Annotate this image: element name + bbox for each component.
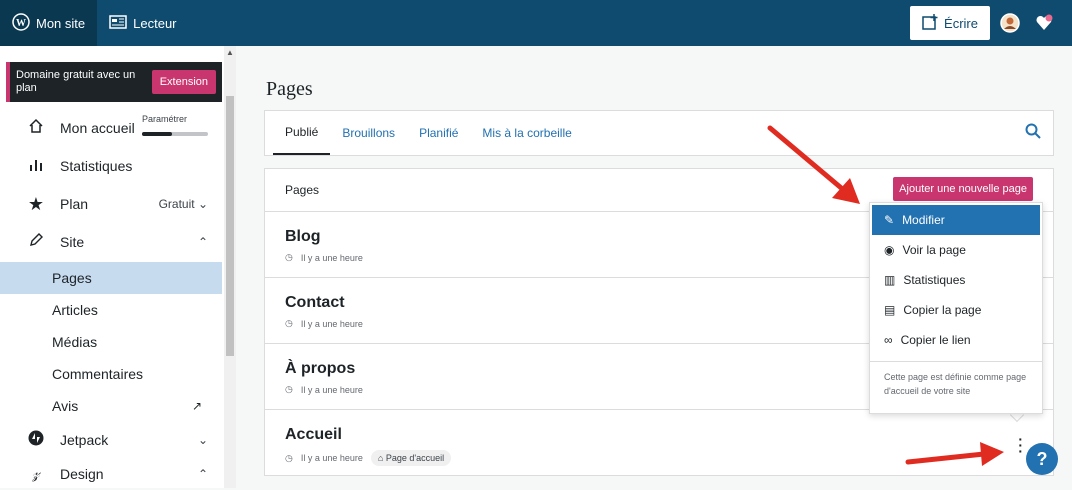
design-icon: 𝓏 xyxy=(32,465,40,482)
add-new-page-button[interactable]: Ajouter une nouvelle page xyxy=(893,177,1033,201)
page-meta: ◷ Il y a une heure ⌂ Page d'accueil xyxy=(285,450,452,466)
setup-progress-fill xyxy=(142,132,172,136)
page-meta: ◷ Il y a une heure xyxy=(285,318,363,329)
sidebar-item-design[interactable]: 𝓏 Design ⌃ xyxy=(0,458,222,490)
notifications-icon[interactable] xyxy=(1030,9,1058,37)
sidebar-item-media[interactable]: Médias xyxy=(0,326,222,358)
page-title-link[interactable]: Accueil xyxy=(285,426,342,444)
sidebar-item-label: Plan xyxy=(60,196,89,212)
list-header-label: Pages xyxy=(285,183,320,197)
page-time: Il y a une heure xyxy=(300,252,363,263)
page-title-link[interactable]: Blog xyxy=(285,228,321,246)
homepage-badge: ⌂ Page d'accueil xyxy=(370,450,452,466)
home-icon: ⌂ xyxy=(377,453,384,463)
page-meta: ◷ Il y a une heure xyxy=(285,384,363,395)
page-time: Il y a une heure xyxy=(300,318,363,329)
stats-icon: ▥ xyxy=(884,273,896,287)
sidebar-item-label: Design xyxy=(60,466,104,482)
tab-trash[interactable]: Mis à la corbeille xyxy=(470,111,583,155)
home-icon xyxy=(24,118,48,139)
menu-item-label: Copier le lien xyxy=(900,333,971,347)
search-icon[interactable] xyxy=(1025,123,1041,144)
write-label: Écrire xyxy=(944,15,978,31)
status-tabs: Publié Brouillons Planifié Mis à la corb… xyxy=(264,110,1054,156)
clipboard-icon: ▤ xyxy=(884,303,896,317)
tab-scheduled[interactable]: Planifié xyxy=(407,111,470,155)
page-title-link[interactable]: À propos xyxy=(285,360,355,378)
more-actions-icon[interactable]: · · · xyxy=(1018,432,1023,458)
sidebar-item-site[interactable]: Site ⌃ xyxy=(0,226,222,258)
svg-text:W: W xyxy=(16,18,26,29)
stats-icon xyxy=(24,156,48,177)
page-title-link[interactable]: Contact xyxy=(285,294,345,312)
menu-item-edit[interactable]: ✎ Modifier xyxy=(872,205,1040,235)
my-site-button[interactable]: W Mon site xyxy=(0,0,98,46)
reader-button[interactable]: Lecteur xyxy=(97,0,188,46)
help-button[interactable]: ? xyxy=(1026,443,1058,475)
setup-progress-bar xyxy=(142,132,208,136)
chevron-down-icon: ⌄ xyxy=(197,433,208,447)
sidebar-item-label: Mon accueil xyxy=(60,120,135,136)
menu-item-stats[interactable]: ▥ Statistiques xyxy=(870,265,1042,295)
menu-item-label: Copier la page xyxy=(903,303,982,317)
avatar[interactable] xyxy=(996,9,1024,37)
scroll-up-icon[interactable]: ▲ xyxy=(226,48,234,57)
sidebar-item-label: Jetpack xyxy=(60,432,109,448)
chevron-up-icon: ⌃ xyxy=(197,235,208,249)
promo-text: Domaine gratuit avec un plan xyxy=(16,69,136,94)
clock-icon: ◷ xyxy=(285,384,293,394)
tab-published[interactable]: Publié xyxy=(273,111,331,155)
sidebar-item-comments[interactable]: Commentaires xyxy=(0,358,222,390)
promo-banner: Domaine gratuit avec un plan Extension xyxy=(6,62,222,102)
menu-item-label: Statistiques xyxy=(903,273,966,287)
jetpack-icon xyxy=(24,430,48,451)
page-time: Il y a une heure xyxy=(300,384,363,395)
sidebar-item-label: Site xyxy=(60,234,85,250)
sidebar-item-pages[interactable]: Pages xyxy=(0,262,222,294)
pencil-icon xyxy=(24,232,48,253)
tab-drafts[interactable]: Brouillons xyxy=(330,111,407,155)
write-icon xyxy=(922,13,938,33)
page-title: Pages xyxy=(266,78,313,100)
clock-icon: ◷ xyxy=(285,452,293,463)
setup-label: Paramétrer xyxy=(142,114,188,124)
write-button[interactable]: Écrire xyxy=(910,6,990,40)
menu-item-label: Modifier xyxy=(902,213,945,227)
plan-value: Gratuit ⌄ xyxy=(158,197,208,211)
masterbar: W Mon site Lecteur Écrire xyxy=(0,0,1072,46)
link-icon: ∞ xyxy=(884,333,893,347)
menu-item-copy-page[interactable]: ▤ Copier la page xyxy=(870,295,1042,325)
sidebar-item-plan[interactable]: ★ Plan Gratuit ⌄ xyxy=(0,188,222,220)
sidebar-item-articles[interactable]: Articles xyxy=(0,294,222,326)
eye-icon: ◉ xyxy=(884,243,895,257)
reader-icon xyxy=(109,14,127,32)
clock-icon: ◷ xyxy=(285,252,293,262)
chevron-down-icon: ⌄ xyxy=(197,197,208,211)
sidebar-item-label: Avis xyxy=(52,398,79,414)
reader-label: Lecteur xyxy=(133,15,177,31)
page-time: Il y a une heure xyxy=(300,453,363,463)
sidebar-item-home[interactable]: Mon accueil Paramétrer xyxy=(0,112,222,144)
scrollbar-thumb[interactable] xyxy=(226,96,234,356)
sidebar-item-stats[interactable]: Statistiques xyxy=(0,150,222,182)
arrow-annotation-icon xyxy=(905,442,1004,466)
star-icon: ★ xyxy=(27,193,45,214)
arrow-annotation-icon xyxy=(767,125,860,204)
chevron-up-icon: ⌃ xyxy=(197,467,208,481)
pencil-icon: ✎ xyxy=(884,213,895,227)
sidebar-item-label: Statistiques xyxy=(60,158,133,174)
clock-icon: ◷ xyxy=(285,318,293,328)
sidebar-item-feedback[interactable]: Avis ↗ xyxy=(0,390,222,422)
my-site-label: Mon site xyxy=(36,15,86,31)
external-link-icon: ↗ xyxy=(192,399,203,413)
upgrade-button[interactable]: Extension xyxy=(151,70,216,94)
menu-item-label: Voir la page xyxy=(902,243,966,257)
page-actions-menu: ✎ Modifier ◉ Voir la page ▥ Statistiques… xyxy=(869,202,1043,414)
page-meta: ◷ Il y a une heure xyxy=(285,252,363,263)
menu-item-view[interactable]: ◉ Voir la page xyxy=(870,235,1042,265)
menu-item-copy-link[interactable]: ∞ Copier le lien xyxy=(870,325,1042,355)
menu-note: Cette page est définie comme page d'accu… xyxy=(884,372,1027,396)
sidebar-item-jetpack[interactable]: Jetpack ⌄ xyxy=(0,424,222,456)
wordpress-logo-icon: W xyxy=(12,12,30,34)
